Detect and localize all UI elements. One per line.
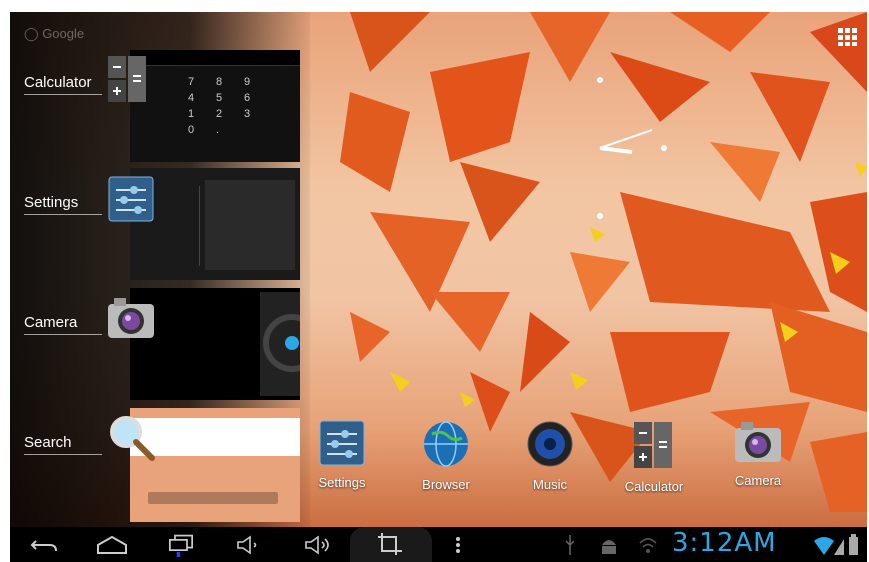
calc-key: .: [216, 124, 220, 136]
dock-label: Camera: [734, 473, 782, 488]
crop-icon: [378, 533, 402, 555]
recent-label-camera[interactable]: Camera: [24, 314, 102, 335]
dock-label: Calculator: [624, 479, 684, 494]
back-icon[interactable]: [28, 533, 60, 557]
calc-key: 6: [244, 92, 251, 104]
apps-grid-icon[interactable]: [836, 27, 860, 47]
thumbnail-settings[interactable]: [130, 168, 300, 280]
analog-clock: [597, 77, 667, 219]
volume-up-icon[interactable]: [302, 533, 336, 557]
camera-icon: [106, 296, 156, 340]
recent-apps-icon[interactable]: [164, 533, 198, 557]
volume-down-icon[interactable]: [234, 533, 264, 557]
recent-label-calculator[interactable]: Calculator: [24, 74, 102, 95]
calculator-icon: [106, 54, 150, 104]
search-hint-text: Google: [42, 26, 85, 41]
dock-settings[interactable]: Settings: [302, 420, 382, 490]
usb-icon: [565, 535, 575, 555]
globe-icon: [424, 421, 468, 467]
search-magnifier-icon: [108, 414, 156, 462]
menu-dots-icon[interactable]: [452, 533, 464, 557]
android-debug-icon: [602, 540, 616, 554]
recent-label-search[interactable]: Search: [24, 434, 102, 455]
battery-icon: [849, 534, 858, 555]
settings-icon: [108, 176, 154, 222]
dock-label: Settings: [318, 475, 366, 490]
calc-key: 9: [244, 76, 251, 88]
search-icon: ◯: [24, 26, 39, 41]
calc-key: 5: [216, 92, 223, 104]
calc-key: 2: [216, 108, 223, 120]
calc-key: 4: [188, 92, 195, 104]
screenshot-button[interactable]: [350, 527, 432, 562]
camera-icon: [735, 422, 781, 462]
dock-music[interactable]: Music: [510, 420, 590, 492]
calc-key: 3: [244, 108, 251, 120]
dock-calculator[interactable]: Calculator: [614, 420, 694, 494]
google-search-hint[interactable]: ◯ Google: [24, 26, 134, 50]
status-clock[interactable]: 3:12AM: [672, 528, 777, 558]
system-bar: 3:12AM: [10, 527, 867, 562]
recent-label-settings[interactable]: Settings: [24, 194, 102, 215]
thumbnail-calculator[interactable]: 7 8 9 4 5 6 1 2 3 0 .: [130, 50, 300, 162]
dock-label: Browser: [422, 477, 470, 492]
signal-icon: [834, 539, 844, 555]
wifi-off-icon: [639, 538, 657, 553]
calculator-icon: [634, 422, 672, 468]
calc-key: 1: [188, 108, 195, 120]
home-icon[interactable]: [94, 533, 130, 557]
calc-key: 7: [188, 76, 195, 88]
calc-key: 0: [188, 124, 195, 136]
dock-label: Music: [533, 477, 567, 492]
home-screen: ◯ Google Calculator 7 8 9 4 5 6 1 2 3 0 …: [10, 12, 867, 532]
dock-browser[interactable]: Browser: [406, 420, 486, 492]
dock-camera[interactable]: Camera: [718, 420, 798, 488]
calc-key: 8: [216, 76, 223, 88]
speaker-icon: [527, 421, 573, 467]
settings-icon: [319, 420, 365, 466]
